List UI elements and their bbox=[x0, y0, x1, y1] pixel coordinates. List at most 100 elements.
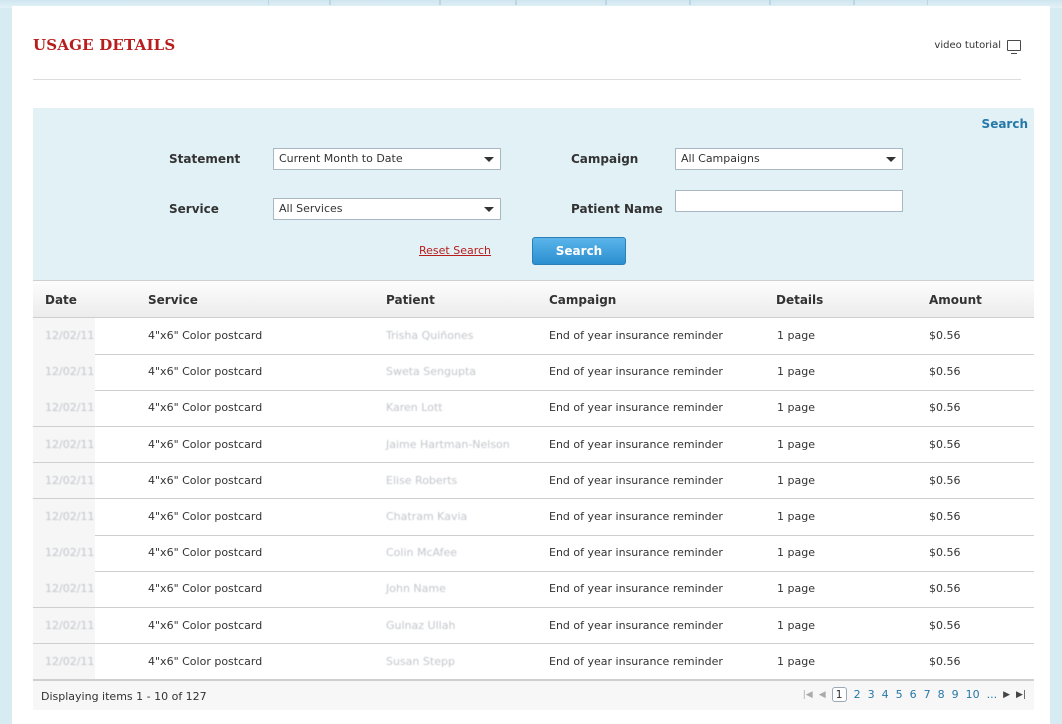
service-label: Service bbox=[169, 202, 219, 216]
cell-details: 1 page bbox=[777, 582, 815, 596]
column-header-details[interactable]: Details bbox=[776, 293, 823, 307]
cell-date: 12/02/11 bbox=[45, 510, 95, 523]
cell-amount: $0.56 bbox=[929, 546, 961, 560]
search-heading-link[interactable]: Search bbox=[982, 117, 1028, 131]
page-title: USAGE DETAILS bbox=[33, 36, 176, 54]
monitor-icon bbox=[1007, 40, 1021, 54]
cell-amount: $0.56 bbox=[929, 329, 961, 342]
cell-patient: Karen Lott bbox=[386, 401, 443, 415]
cell-campaign: End of year insurance reminder bbox=[549, 473, 723, 487]
cell-details: 1 page bbox=[777, 473, 815, 487]
column-header-date[interactable]: Date bbox=[45, 293, 77, 307]
campaign-select[interactable]: All Campaigns bbox=[675, 148, 903, 170]
cell-campaign: End of year insurance reminder bbox=[549, 365, 723, 379]
cell-service: 4"x6" Color postcard bbox=[148, 365, 263, 379]
column-header-amount[interactable]: Amount bbox=[929, 293, 982, 307]
cell-amount: $0.56 bbox=[929, 365, 961, 379]
cell-service: 4"x6" Color postcard bbox=[148, 654, 263, 668]
cell-campaign: End of year insurance reminder bbox=[549, 437, 723, 451]
reset-search-link[interactable]: Reset Search bbox=[419, 244, 491, 257]
cell-details: 1 page bbox=[777, 365, 815, 379]
next-page-icon[interactable]: ▶ bbox=[1003, 690, 1010, 700]
table-row[interactable]: 12/02/11 4"x6" Color postcard Gulnaz Ullah… bbox=[33, 607, 1034, 645]
cell-service: 4"x6" Color postcard bbox=[148, 510, 263, 523]
cell-campaign: End of year insurance reminder bbox=[549, 401, 723, 415]
top-tab[interactable] bbox=[854, 0, 928, 5]
top-tab[interactable] bbox=[516, 0, 606, 5]
column-header-patient[interactable]: Patient bbox=[386, 293, 435, 307]
pager: Displaying items 1 - 10 of 127 |◀ ◀ 1234… bbox=[33, 680, 1034, 710]
statement-select[interactable]: Current Month to Date bbox=[273, 148, 501, 170]
content-panel: USAGE DETAILS video tutorial Search Stat… bbox=[12, 6, 1050, 724]
table-row[interactable]: 12/02/11 4"x6" Color postcard Trisha Quiño… bbox=[33, 318, 1034, 355]
search-panel: Search Statement Current Month to Date C… bbox=[33, 108, 1034, 280]
search-button[interactable]: Search bbox=[532, 237, 626, 265]
page-link[interactable]: 9 bbox=[952, 688, 959, 701]
column-header-service[interactable]: Service bbox=[148, 293, 198, 307]
table-row[interactable]: 12/02/11 4"x6" Color postcard John Name End… bbox=[33, 571, 1034, 608]
campaign-label: Campaign bbox=[571, 152, 639, 166]
chevron-down-icon bbox=[886, 157, 896, 162]
table-row[interactable]: 12/02/11 4"x6" Color postcard Sweta Sengup… bbox=[33, 354, 1034, 391]
table-row[interactable]: 12/02/11 4"x6" Color postcard Susan Stepp E… bbox=[33, 643, 1034, 681]
cell-amount: $0.56 bbox=[929, 510, 961, 523]
cell-amount: $0.56 bbox=[929, 582, 961, 596]
campaign-select-value: All Campaigns bbox=[681, 152, 760, 165]
page-link[interactable]: 2 bbox=[854, 688, 861, 701]
cell-service: 4"x6" Color postcard bbox=[148, 329, 263, 342]
patient-name-label: Patient Name bbox=[571, 202, 663, 216]
page-ellipsis-link[interactable]: ... bbox=[987, 688, 998, 701]
cell-date: 12/02/11 bbox=[45, 437, 95, 451]
table-row[interactable]: 12/02/11 4"x6" Color postcard Jaime Hartma… bbox=[33, 426, 1034, 464]
cell-service: 4"x6" Color postcard bbox=[148, 401, 263, 415]
cell-date: 12/02/11 bbox=[45, 365, 95, 379]
top-tab[interactable] bbox=[606, 0, 690, 5]
table-row[interactable]: 12/02/11 4"x6" Color postcard Colin McAfee… bbox=[33, 535, 1034, 572]
column-header-campaign[interactable]: Campaign bbox=[549, 293, 616, 307]
page-link[interactable]: 8 bbox=[938, 688, 945, 701]
cell-campaign: End of year insurance reminder bbox=[549, 654, 723, 668]
page-link[interactable]: 3 bbox=[868, 688, 875, 701]
cell-date: 12/02/11 bbox=[45, 546, 95, 560]
service-select[interactable]: All Services bbox=[273, 198, 501, 220]
cell-campaign: End of year insurance reminder bbox=[549, 546, 723, 560]
top-tab[interactable] bbox=[268, 0, 330, 5]
pager-nav: |◀ ◀ 1 2 3 4 5 6 7 8 9 10... ▶ ▶| bbox=[803, 687, 1026, 702]
top-tab[interactable] bbox=[330, 0, 440, 5]
pager-info: Displaying items 1 - 10 of 127 bbox=[41, 690, 207, 703]
patient-name-input[interactable] bbox=[675, 190, 903, 212]
top-tab[interactable] bbox=[770, 0, 854, 5]
page-link[interactable]: 7 bbox=[924, 688, 931, 701]
page-link[interactable]: 10 bbox=[966, 688, 980, 701]
page-header: USAGE DETAILS video tutorial bbox=[33, 36, 1021, 80]
cell-service: 4"x6" Color postcard bbox=[148, 582, 263, 596]
cell-campaign: End of year insurance reminder bbox=[549, 582, 723, 596]
page-link[interactable]: 5 bbox=[896, 688, 903, 701]
cell-date: 12/02/11 bbox=[45, 329, 95, 342]
chevron-down-icon bbox=[484, 157, 494, 162]
cell-patient: Jaime Hartman-Nelson bbox=[386, 437, 510, 451]
page-link[interactable]: 4 bbox=[882, 688, 889, 701]
top-tab[interactable] bbox=[440, 0, 516, 5]
cell-service: 4"x6" Color postcard bbox=[148, 473, 263, 487]
cell-amount: $0.56 bbox=[929, 654, 961, 668]
cell-date: 12/02/11 bbox=[45, 582, 95, 596]
table-row[interactable]: 12/02/11 4"x6" Color postcard Elise Robert… bbox=[33, 462, 1034, 500]
table-row[interactable]: 12/02/11 4"x6" Color postcard Chatram Kavi… bbox=[33, 499, 1034, 536]
cell-details: 1 page bbox=[777, 437, 815, 451]
table-row[interactable]: 12/02/11 4"x6" Color postcard Karen Lott En… bbox=[33, 390, 1034, 427]
prev-page-icon[interactable]: ◀ bbox=[819, 690, 826, 700]
cell-patient: Chatram Kavia bbox=[386, 510, 468, 523]
top-tab[interactable] bbox=[690, 0, 770, 5]
page-link[interactable]: 1 bbox=[831, 687, 847, 702]
first-page-icon[interactable]: |◀ bbox=[803, 690, 813, 700]
page-link[interactable]: 6 bbox=[910, 688, 917, 701]
cell-patient: Colin McAfee bbox=[386, 546, 458, 560]
last-page-icon[interactable]: ▶| bbox=[1016, 690, 1026, 700]
usage-table: Date Service Patient Campaign Details Am… bbox=[33, 280, 1034, 710]
cell-patient: Elise Roberts bbox=[386, 473, 458, 487]
cell-date: 12/02/11 bbox=[45, 618, 95, 632]
cell-amount: $0.56 bbox=[929, 473, 961, 487]
cell-patient: Gulnaz Ullah bbox=[386, 618, 456, 632]
video-tutorial-link[interactable]: video tutorial bbox=[934, 40, 1021, 54]
